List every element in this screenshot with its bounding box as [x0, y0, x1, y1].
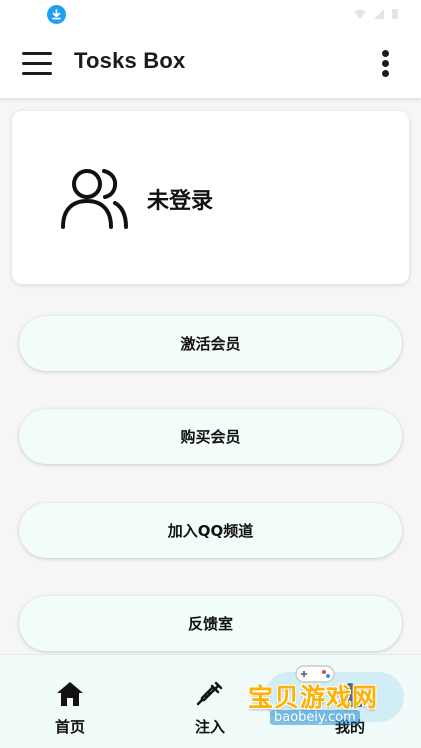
user-icon: [335, 679, 365, 709]
wifi-icon: [354, 9, 366, 19]
status-bar: [0, 0, 421, 30]
bottom-nav: 首页 注入 我的: [0, 654, 421, 748]
screen: Tosks Box 未登录 激活会员 购买会员 加入QQ频道 反馈室 首页 注入…: [0, 0, 421, 748]
nav-item-inject[interactable]: 注入: [160, 655, 260, 748]
app-title: Tosks Box: [74, 48, 186, 73]
join-qq-channel-button[interactable]: 加入QQ频道: [19, 503, 402, 558]
signal-icon: [374, 9, 384, 19]
download-icon: [47, 5, 66, 24]
hamburger-menu-icon[interactable]: [22, 52, 52, 76]
app-bar: Tosks Box: [0, 30, 421, 98]
nav-label-home: 首页: [54, 718, 85, 736]
syringe-icon: [195, 679, 225, 709]
battery-icon: [392, 9, 398, 19]
status-indicators: [353, 8, 399, 20]
login-status: 未登录: [147, 189, 214, 214]
activate-membership-button[interactable]: 激活会员: [19, 316, 402, 371]
nav-label-inject: 注入: [194, 718, 225, 736]
users-icon: [60, 163, 130, 233]
nav-label-mine: 我的: [334, 718, 365, 736]
more-vertical-icon[interactable]: [381, 50, 391, 78]
buy-membership-button[interactable]: 购买会员: [19, 409, 402, 464]
feedback-room-button[interactable]: 反馈室: [19, 596, 402, 651]
nav-item-home[interactable]: 首页: [20, 655, 120, 748]
profile-card[interactable]: 未登录: [12, 111, 409, 284]
home-icon: [55, 679, 85, 709]
nav-item-mine[interactable]: 我的: [300, 655, 400, 748]
